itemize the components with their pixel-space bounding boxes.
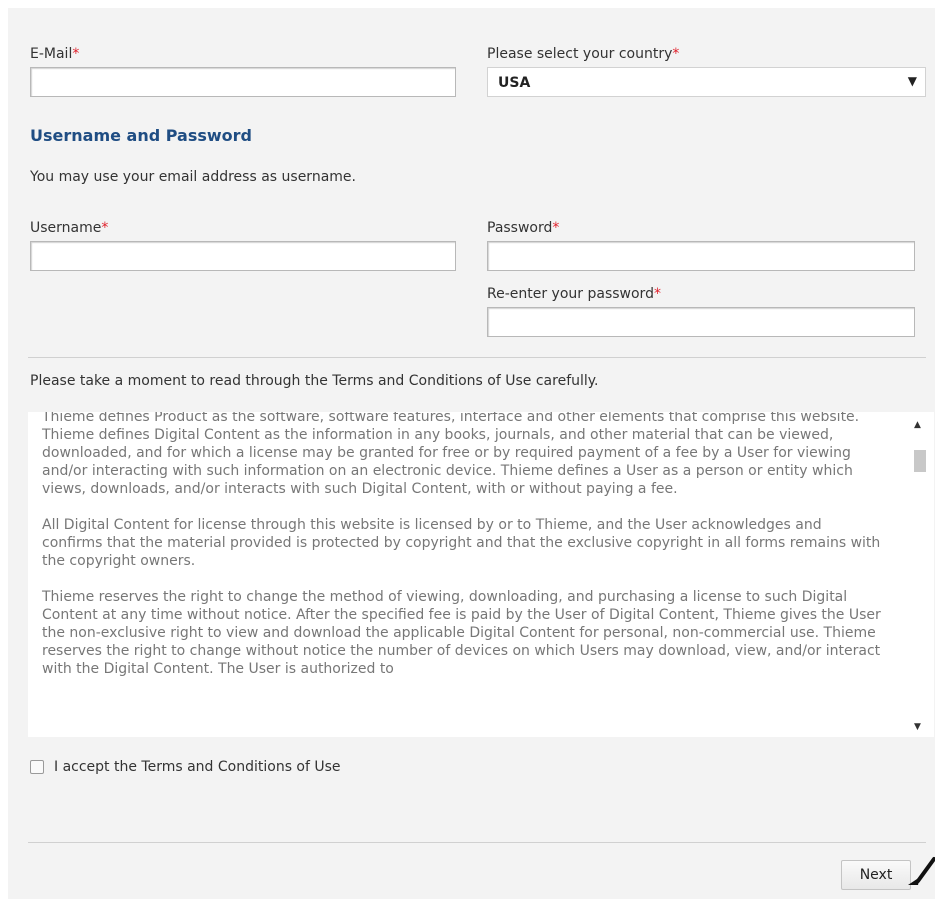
- section-hint: You may use your email address as userna…: [30, 169, 356, 185]
- scroll-down-arrow-icon[interactable]: ▼: [914, 722, 921, 732]
- terms-scroll-box[interactable]: Thieme defines Product as the software, …: [28, 412, 934, 737]
- scroll-up-arrow-icon[interactable]: ▲: [914, 420, 921, 430]
- footer-divider: [28, 842, 926, 843]
- terms-paragraph: Thieme defines Product as the software, …: [42, 412, 860, 497]
- terms-intro: Please take a moment to read through the…: [30, 373, 599, 389]
- country-label: Please select your country*: [487, 46, 680, 62]
- scrollbar-thumb[interactable]: [914, 450, 926, 472]
- next-button[interactable]: Next: [841, 860, 911, 890]
- email-input[interactable]: [30, 67, 456, 97]
- terms-scrollbar[interactable]: ▲ ▼: [906, 412, 934, 737]
- reenter-password-label: Re-enter your password*: [487, 286, 661, 302]
- caret-down-icon: ▼: [907, 74, 917, 88]
- username-label: Username*: [30, 220, 109, 236]
- reenter-password-input[interactable]: [487, 307, 915, 337]
- country-select[interactable]: USA ▼: [487, 67, 926, 97]
- email-label: E-Mail*: [30, 46, 80, 62]
- accept-terms-label[interactable]: I accept the Terms and Conditions of Use: [54, 759, 341, 775]
- section-divider: [28, 357, 926, 358]
- terms-text: Thieme defines Product as the software, …: [42, 412, 884, 696]
- terms-paragraph: Thieme reserves the right to change the …: [42, 589, 881, 677]
- username-input[interactable]: [30, 241, 456, 271]
- terms-paragraph: All Digital Content for license through …: [42, 517, 881, 569]
- section-title: Username and Password: [30, 126, 253, 145]
- country-select-value: USA: [498, 75, 531, 91]
- password-label: Password*: [487, 220, 560, 236]
- accept-terms-checkbox[interactable]: [30, 760, 44, 774]
- mouse-pointer-icon: [908, 857, 935, 885]
- password-input[interactable]: [487, 241, 915, 271]
